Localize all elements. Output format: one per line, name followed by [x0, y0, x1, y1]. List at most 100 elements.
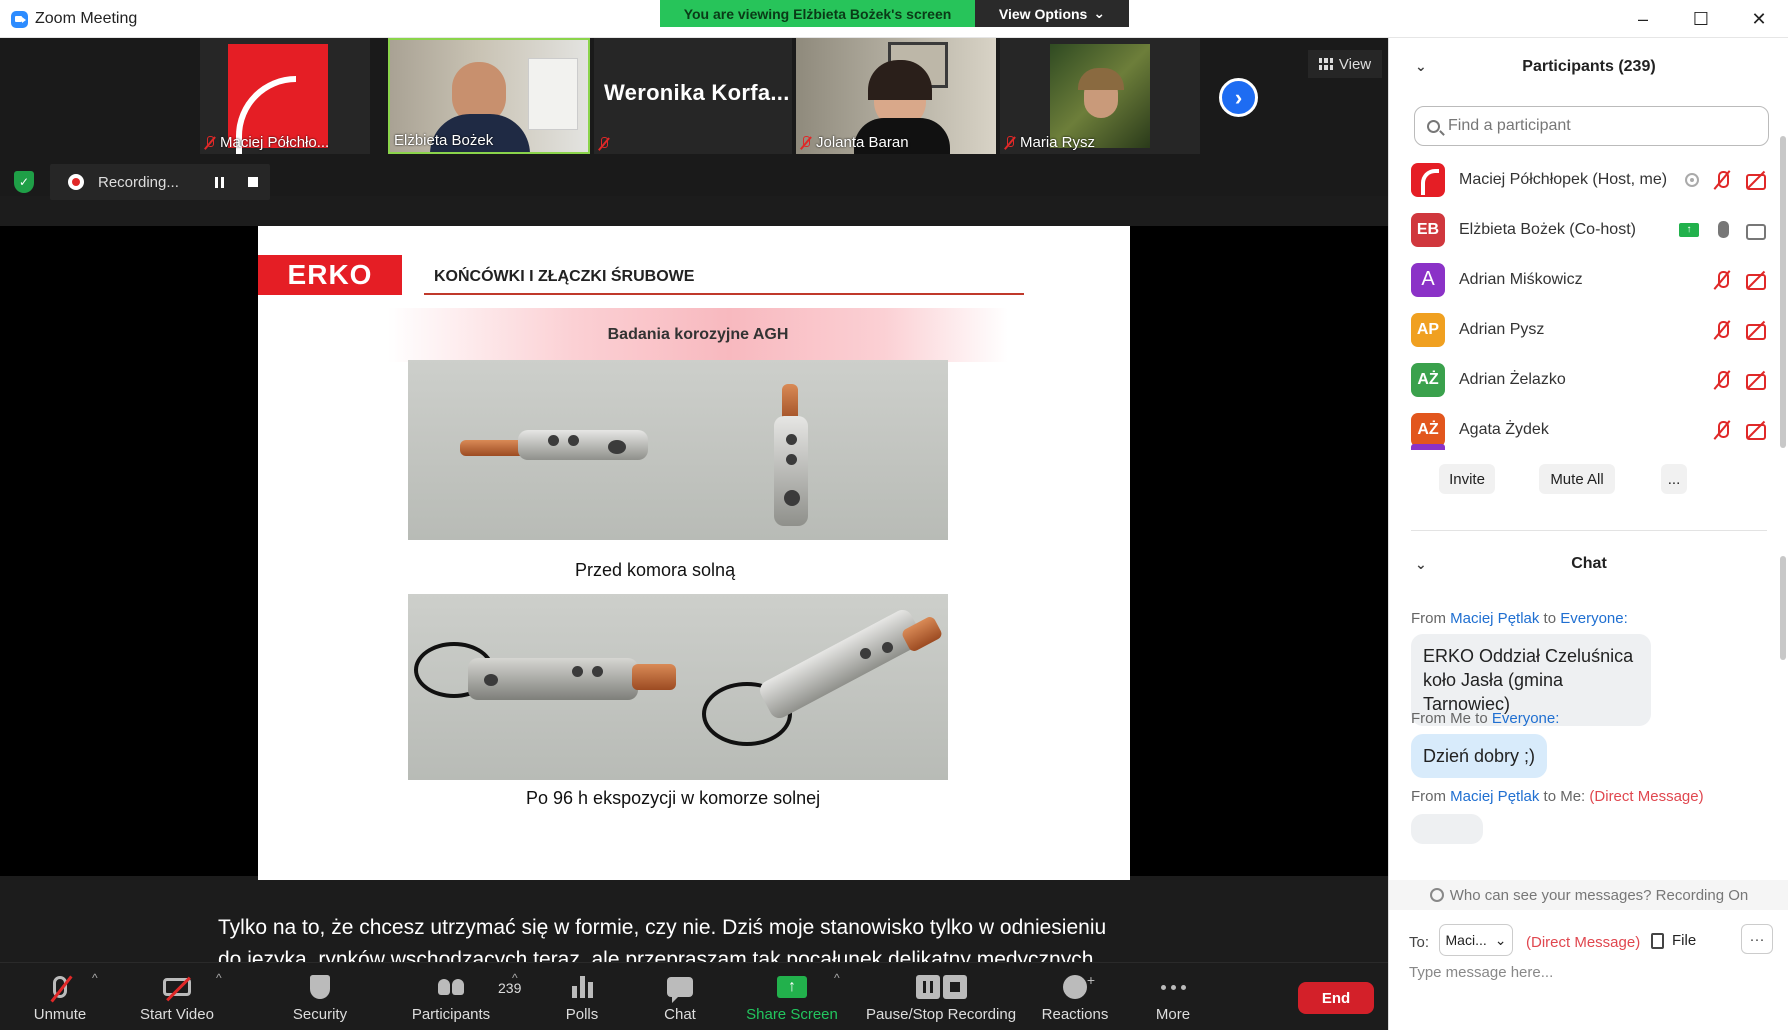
next-page-button[interactable]: ›: [1219, 78, 1258, 117]
security-button[interactable]: Security: [280, 963, 360, 1030]
polls-button[interactable]: Polls: [556, 963, 608, 1030]
shared-slide: ERKO KOŃCÓWKI I ZŁĄCZKI ŚRUBOWE Badania …: [258, 226, 1130, 880]
unmute-button[interactable]: Unmute: [24, 963, 96, 1030]
participant-row[interactable]: A Adrian Miśkowicz: [1389, 254, 1779, 305]
screen-share-icon: ↑: [1679, 222, 1699, 237]
maximize-button[interactable]: ☐: [1672, 0, 1730, 38]
slide-subtitle-banner: Badania korozyjne AGH: [388, 308, 1008, 362]
participants-options-caret[interactable]: ^: [512, 971, 518, 985]
video-icon[interactable]: [1745, 220, 1767, 240]
participant-name-placeholder: Weronika Korfa...: [604, 80, 790, 105]
muted-mic-icon[interactable]: [1711, 270, 1733, 290]
participants-button[interactable]: 239 Participants: [404, 963, 521, 1030]
view-options-button[interactable]: View Options ⌄: [975, 0, 1129, 27]
direct-message-label: (Direct Message): [1526, 934, 1641, 951]
grid-view-icon: [1318, 58, 1333, 70]
video-off-icon[interactable]: [1745, 320, 1767, 340]
close-button[interactable]: ✕: [1730, 0, 1788, 38]
tile-name: Maciej Półchło...: [204, 134, 329, 151]
more-button[interactable]: More: [1148, 963, 1198, 1030]
video-options-caret[interactable]: ^: [216, 971, 222, 985]
recipient-link[interactable]: Everyone:: [1492, 710, 1560, 727]
participants-scrollbar[interactable]: [1780, 136, 1786, 448]
share-screen-button[interactable]: ↑ Share Screen: [742, 963, 842, 1030]
transcript-line: Tylko na to, że chcesz utrzymać się w fo…: [218, 916, 1107, 939]
recipient-link[interactable]: Everyone:: [1560, 610, 1628, 627]
chevron-down-icon[interactable]: ⌄: [1415, 556, 1427, 573]
zoom-app-icon: [11, 11, 28, 28]
participant-row[interactable]: EB Elżbieta Bożek (Co-host) ↑: [1389, 204, 1779, 255]
participant-name: Elżbieta Bożek (Co-host): [1459, 220, 1636, 238]
participant-search-input[interactable]: [1448, 117, 1748, 135]
chat-message-input[interactable]: [1409, 964, 1769, 981]
share-screen-icon: ↑: [777, 976, 807, 998]
stop-recording-icon[interactable]: [247, 177, 258, 187]
participant-row[interactable]: AŻ Adrian Żelazko: [1389, 354, 1779, 405]
video-tile-jolanta[interactable]: Jolanta Baran: [796, 38, 996, 154]
participant-search[interactable]: [1414, 106, 1769, 146]
sender-link[interactable]: Maciej Pętlak: [1450, 788, 1539, 805]
video-off-icon[interactable]: [1745, 270, 1767, 290]
avatar: AŻ: [1411, 362, 1445, 397]
more-options-button[interactable]: ...: [1661, 464, 1687, 494]
to-label: To:: [1409, 934, 1430, 951]
muted-mic-icon: [598, 137, 610, 151]
avatar: [1411, 162, 1445, 197]
video-tile-maria[interactable]: Maria Rysz: [1000, 38, 1200, 154]
share-options-caret[interactable]: ^: [834, 971, 840, 985]
pause-stop-recording-button[interactable]: Pause/Stop Recording: [862, 963, 1020, 1030]
pause-recording-icon[interactable]: [214, 176, 224, 188]
participant-name: Adrian Pysz: [1459, 320, 1545, 338]
video-thumbnail-strip: Maciej Półchło... Elżbieta Bożek Weronik…: [0, 38, 1388, 200]
muted-mic-icon: [204, 135, 216, 150]
participant-row[interactable]: AP Adrian Pysz: [1389, 304, 1779, 355]
erko-avatar-image: [228, 44, 328, 154]
title-bar: Zoom Meeting You are viewing Elżbieta Bo…: [0, 0, 1788, 38]
muted-mic-icon[interactable]: [1711, 320, 1733, 340]
video-tile-maciej[interactable]: Maciej Półchło...: [200, 38, 370, 154]
chat-more-button[interactable]: ···: [1741, 924, 1773, 954]
video-tile-weronika[interactable]: Weronika Korfa...: [594, 38, 792, 154]
file-button[interactable]: File: [1651, 932, 1696, 949]
privacy-icon: [1429, 888, 1444, 902]
end-meeting-button[interactable]: End: [1298, 982, 1374, 1014]
recording-icon: [1685, 172, 1699, 187]
participant-row[interactable]: Maciej Półchłopek (Host, me): [1389, 154, 1779, 205]
photo-before-2: [678, 360, 948, 540]
muted-mic-icon: [800, 135, 812, 150]
sender-link[interactable]: Maciej Pętlak: [1450, 610, 1539, 627]
video-off-icon[interactable]: [1745, 170, 1767, 190]
encryption-shield-icon[interactable]: ✓: [14, 171, 34, 193]
mute-all-button[interactable]: Mute All: [1539, 464, 1615, 494]
chat-scrollbar[interactable]: [1780, 556, 1786, 660]
video-off-icon[interactable]: [1745, 370, 1767, 390]
caption-before: Przed komora solną: [575, 560, 736, 580]
mic-icon[interactable]: [1711, 220, 1733, 240]
avatar: EB: [1411, 212, 1445, 247]
chat-privacy-note[interactable]: Who can see your messages? Recording On: [1389, 880, 1788, 910]
audio-options-caret[interactable]: ^: [92, 971, 98, 985]
muted-mic-icon[interactable]: [1711, 170, 1733, 190]
erko-logo: ERKO: [258, 255, 402, 295]
recipient-select[interactable]: Maci... ⌄: [1439, 924, 1513, 956]
video-off-icon: [163, 978, 191, 996]
start-video-button[interactable]: Start Video: [132, 963, 222, 1030]
chevron-down-icon[interactable]: ⌄: [1415, 58, 1427, 75]
polls-icon: [571, 976, 593, 998]
view-button[interactable]: View: [1308, 50, 1382, 78]
video-off-icon[interactable]: [1745, 420, 1767, 440]
avatar: AŻ: [1411, 412, 1445, 447]
minimize-button[interactable]: –: [1614, 0, 1672, 38]
muted-mic-icon[interactable]: [1711, 420, 1733, 440]
photo-before-1: [408, 360, 678, 540]
tile-name: Jolanta Baran: [800, 134, 909, 151]
chat-compose: To: Maci... ⌄ (Direct Message) File ···: [1389, 912, 1788, 1030]
invite-button[interactable]: Invite: [1439, 464, 1495, 494]
video-tile-elzbieta[interactable]: Elżbieta Bożek: [388, 38, 590, 154]
muted-mic-icon[interactable]: [1711, 370, 1733, 390]
search-icon: [1427, 119, 1440, 133]
reactions-button[interactable]: + Reactions: [1040, 963, 1110, 1030]
chat-bubble-me: Dzień dobry ;): [1411, 734, 1548, 778]
participant-row[interactable]: AŻ Agata Żydek: [1389, 404, 1779, 450]
chat-button[interactable]: Chat: [654, 963, 706, 1030]
